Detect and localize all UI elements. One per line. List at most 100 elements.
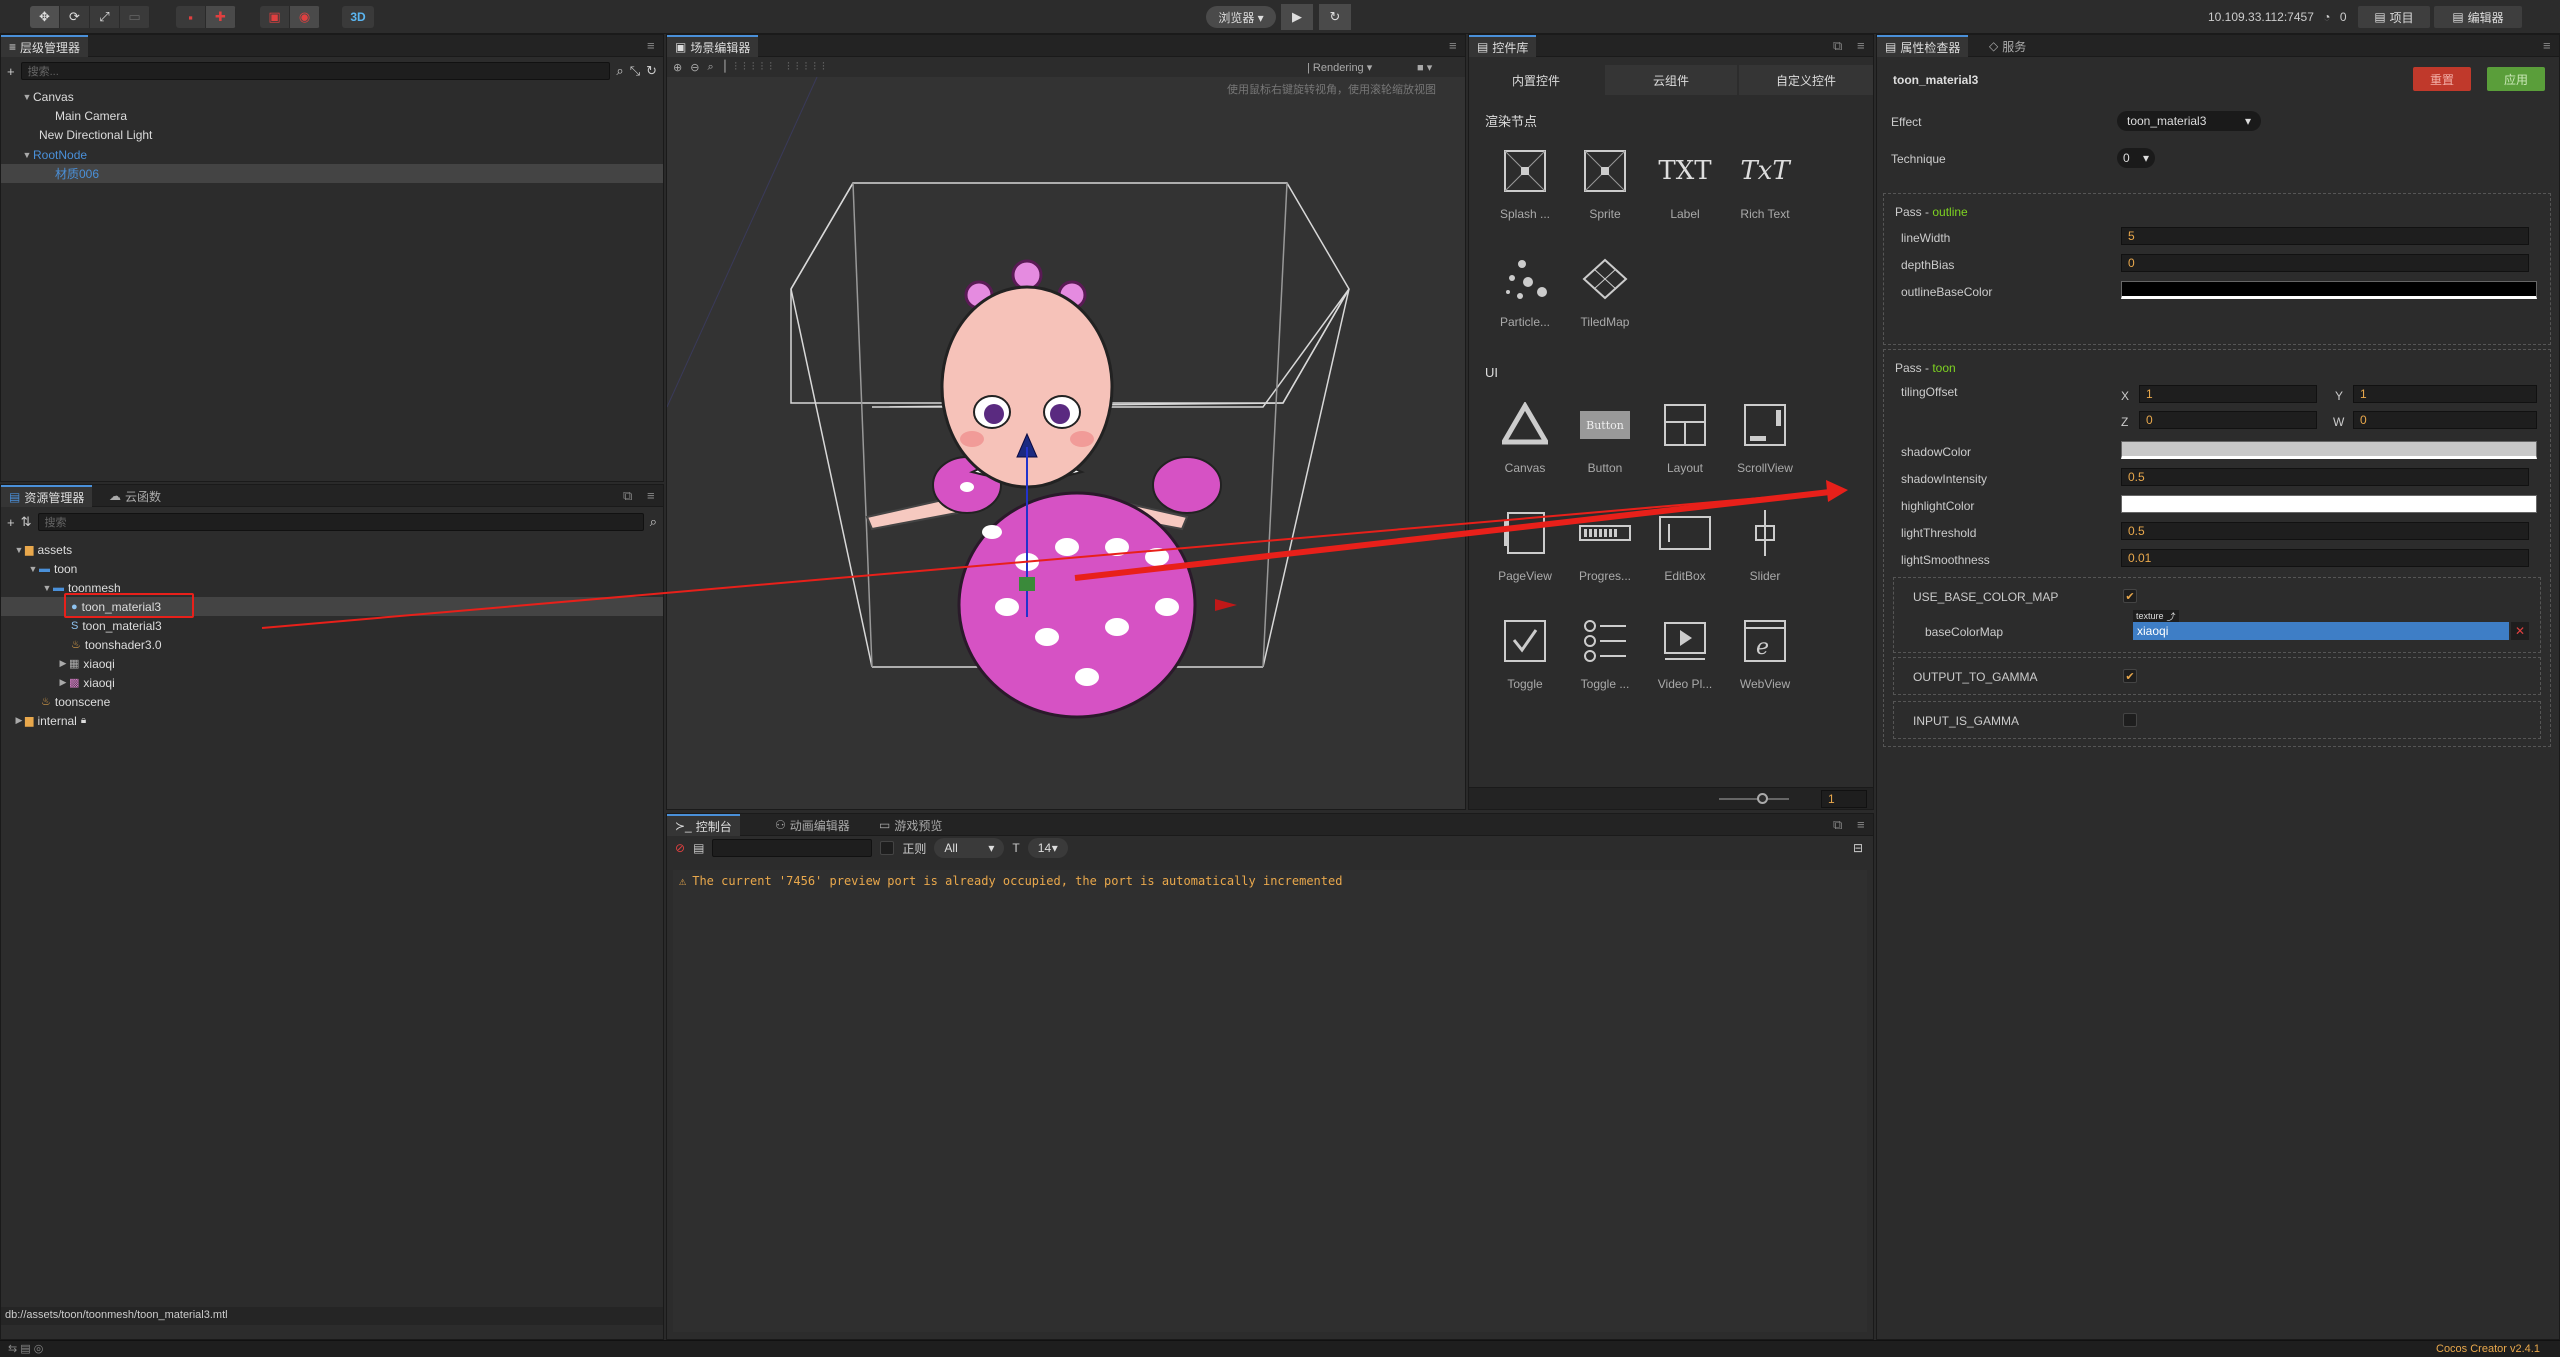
zoom-input[interactable]: 1 bbox=[1821, 790, 1867, 808]
zoom-out-icon[interactable]: ⊖ bbox=[690, 61, 699, 74]
widget-button[interactable]: Button Button bbox=[1565, 395, 1645, 495]
tab-services[interactable]: ◇ 服务 bbox=[1981, 35, 2034, 57]
global-icon[interactable]: ◉ bbox=[290, 6, 320, 28]
hierarchy-search-input[interactable]: 搜索... bbox=[20, 62, 611, 80]
expand-icon[interactable]: ▼ bbox=[13, 545, 25, 555]
camera-icon[interactable]: ■ ▾ bbox=[1417, 61, 1432, 74]
tree-node-light[interactable]: New Directional Light bbox=[1, 125, 663, 144]
popout-icon[interactable]: ⧉ bbox=[1833, 817, 1842, 833]
menu-icon[interactable]: ≡ bbox=[2543, 38, 2551, 53]
tiling-x-input[interactable]: 1 bbox=[2139, 385, 2317, 403]
asset-xiaoqi-texture[interactable]: ▶ ▩ xiaoqi bbox=[1, 673, 663, 692]
tab-builtin[interactable]: 内置控件 bbox=[1469, 65, 1603, 95]
locate-icon[interactable]: ⤡ bbox=[630, 63, 640, 79]
zoom-slider-track[interactable] bbox=[1719, 798, 1789, 800]
console-filter-input[interactable] bbox=[712, 839, 873, 857]
tiling-w-input[interactable]: 0 bbox=[2353, 411, 2537, 429]
expand-icon[interactable]: ▼ bbox=[21, 150, 33, 160]
asset-toon[interactable]: ▼ ▬ toon bbox=[1, 559, 663, 578]
widget-particle[interactable]: Particle... bbox=[1485, 249, 1565, 349]
rect-tool-icon[interactable]: ▭ bbox=[120, 6, 150, 28]
menu-icon[interactable]: ≡ bbox=[1449, 38, 1457, 53]
tab-widgets[interactable]: ▤ 控件库 bbox=[1469, 35, 1537, 57]
menu-icon[interactable]: ≡ bbox=[1857, 38, 1865, 53]
add-icon[interactable]: + bbox=[7, 64, 15, 79]
tab-console[interactable]: ≻_ 控制台 bbox=[667, 814, 740, 836]
asset-toon-material3-script[interactable]: Stoon_material3 bbox=[1, 616, 663, 635]
widget-label[interactable]: TXT Label bbox=[1645, 141, 1725, 241]
browser-select[interactable]: 浏览器 ▾ bbox=[1206, 6, 1276, 28]
popout-icon[interactable]: ⧉ bbox=[1833, 38, 1842, 54]
search-icon[interactable]: ⌕ bbox=[616, 63, 623, 79]
expand-icon[interactable]: ▼ bbox=[41, 583, 53, 593]
refresh-icon[interactable]: ↻ bbox=[646, 63, 657, 79]
refresh-button[interactable]: ↻ bbox=[1319, 4, 1351, 30]
zoom-in-icon[interactable]: ⊕ bbox=[673, 61, 682, 74]
local-icon[interactable]: ▣ bbox=[260, 6, 290, 28]
zoom-slider-handle[interactable] bbox=[1757, 793, 1768, 804]
rotate-tool-icon[interactable]: ⟳ bbox=[60, 6, 90, 28]
tree-node-rootnode[interactable]: ▼ RootNode bbox=[1, 145, 663, 164]
asset-assets[interactable]: ▼ ▆ assets bbox=[1, 540, 663, 559]
widget-richtext[interactable]: TxT Rich Text bbox=[1725, 141, 1805, 241]
shadowcolor-swatch[interactable] bbox=[2121, 441, 2537, 459]
pivot-icon[interactable]: ▪ bbox=[176, 6, 206, 28]
assets-search-input[interactable]: 搜索 bbox=[37, 513, 644, 531]
file-icon[interactable]: ▤ bbox=[693, 841, 704, 855]
zoom-fit-icon[interactable]: ⌕ bbox=[707, 61, 713, 74]
center-icon[interactable]: ✚ bbox=[206, 6, 236, 28]
tab-scene[interactable]: ▣ 场景编辑器 bbox=[667, 35, 759, 57]
collapse-icon[interactable]: ▶ bbox=[13, 715, 25, 726]
revert-button[interactable]: 重置 bbox=[2413, 67, 2471, 91]
tab-cloud-components[interactable]: 云组件 bbox=[1605, 65, 1737, 95]
widget-scrollview[interactable]: ScrollView bbox=[1725, 395, 1805, 495]
tab-cloud[interactable]: ☁ 云函数 bbox=[101, 485, 169, 507]
tree-node-camera[interactable]: Main Camera bbox=[1, 106, 663, 125]
widget-editbox[interactable]: EditBox bbox=[1645, 503, 1725, 603]
widget-toggle[interactable]: Toggle bbox=[1485, 611, 1565, 711]
popout-icon[interactable]: ⧉ bbox=[623, 488, 632, 504]
lightsmoothness-input[interactable]: 0.01 bbox=[2121, 549, 2529, 567]
tree-node-canvas[interactable]: ▼ Canvas bbox=[1, 87, 663, 106]
project-button[interactable]: ▤ 项目 bbox=[2358, 6, 2430, 28]
widget-splash[interactable]: Splash ... bbox=[1485, 141, 1565, 241]
collapse-icon[interactable]: ▶ bbox=[57, 677, 69, 688]
asset-internal[interactable]: ▶ ▆ internal 🔒︎ bbox=[1, 711, 663, 730]
asset-toonshader[interactable]: ♨ toonshader3.0 bbox=[1, 635, 663, 654]
tab-assets[interactable]: ▤ 资源管理器 bbox=[1, 485, 93, 507]
tab-custom[interactable]: 自定义控件 bbox=[1739, 65, 1873, 95]
menu-icon[interactable]: ≡ bbox=[1857, 817, 1865, 832]
shadowintensity-input[interactable]: 0.5 bbox=[2121, 468, 2529, 486]
output-to-gamma-checkbox[interactable]: ✔ bbox=[2123, 669, 2137, 683]
apply-button[interactable]: 应用 bbox=[2487, 67, 2545, 91]
editor-button[interactable]: ▤ 编辑器 bbox=[2434, 6, 2522, 28]
add-icon[interactable]: + bbox=[7, 515, 15, 530]
tab-animation[interactable]: ⚇ 动画编辑器 bbox=[767, 814, 858, 836]
scale-tool-icon[interactable]: ⤢ bbox=[90, 6, 120, 28]
level-select[interactable]: All ▾ bbox=[934, 838, 1005, 858]
clear-texture-icon[interactable]: ✕ bbox=[2511, 622, 2529, 640]
tiling-z-input[interactable]: 0 bbox=[2139, 411, 2317, 429]
outlinecolor-swatch[interactable] bbox=[2121, 281, 2537, 299]
asset-xiaoqi-mesh[interactable]: ▶ ▦ xiaoqi bbox=[1, 654, 663, 673]
collapse-icon[interactable]: ⊟ bbox=[1853, 841, 1863, 855]
font-size-select[interactable]: 14 ▾ bbox=[1027, 838, 1068, 858]
use-base-color-map-checkbox[interactable]: ✔ bbox=[2123, 589, 2137, 603]
widget-videoplayer[interactable]: Video Pl... bbox=[1645, 611, 1725, 711]
widget-canvas[interactable]: Canvas bbox=[1485, 395, 1565, 495]
highlightcolor-swatch[interactable] bbox=[2121, 495, 2537, 513]
scene-viewport[interactable] bbox=[667, 77, 1465, 809]
tree-node-material[interactable]: 材质006 bbox=[1, 164, 663, 183]
align-icons[interactable]: ┃⫶⫶⫶⫶⫶ ⫶⫶⫶⫶⫶ bbox=[722, 60, 831, 74]
technique-select[interactable]: 0 ▾ bbox=[2117, 148, 2155, 168]
search-icon[interactable]: ⌕ bbox=[650, 514, 657, 530]
move-tool-icon[interactable]: ✥ bbox=[30, 6, 60, 28]
regex-checkbox[interactable] bbox=[880, 841, 895, 855]
tiling-y-input[interactable]: 1 bbox=[2353, 385, 2537, 403]
widget-slider[interactable]: Slider bbox=[1725, 503, 1805, 603]
menu-icon[interactable]: ≡ bbox=[647, 38, 655, 53]
widget-progressbar[interactable]: Progres... bbox=[1565, 503, 1645, 603]
tab-inspector[interactable]: ▤ 属性检查器 bbox=[1877, 35, 1969, 57]
depthbias-input[interactable]: 0 bbox=[2121, 254, 2529, 272]
sort-icon[interactable]: ⇅ bbox=[21, 514, 32, 530]
